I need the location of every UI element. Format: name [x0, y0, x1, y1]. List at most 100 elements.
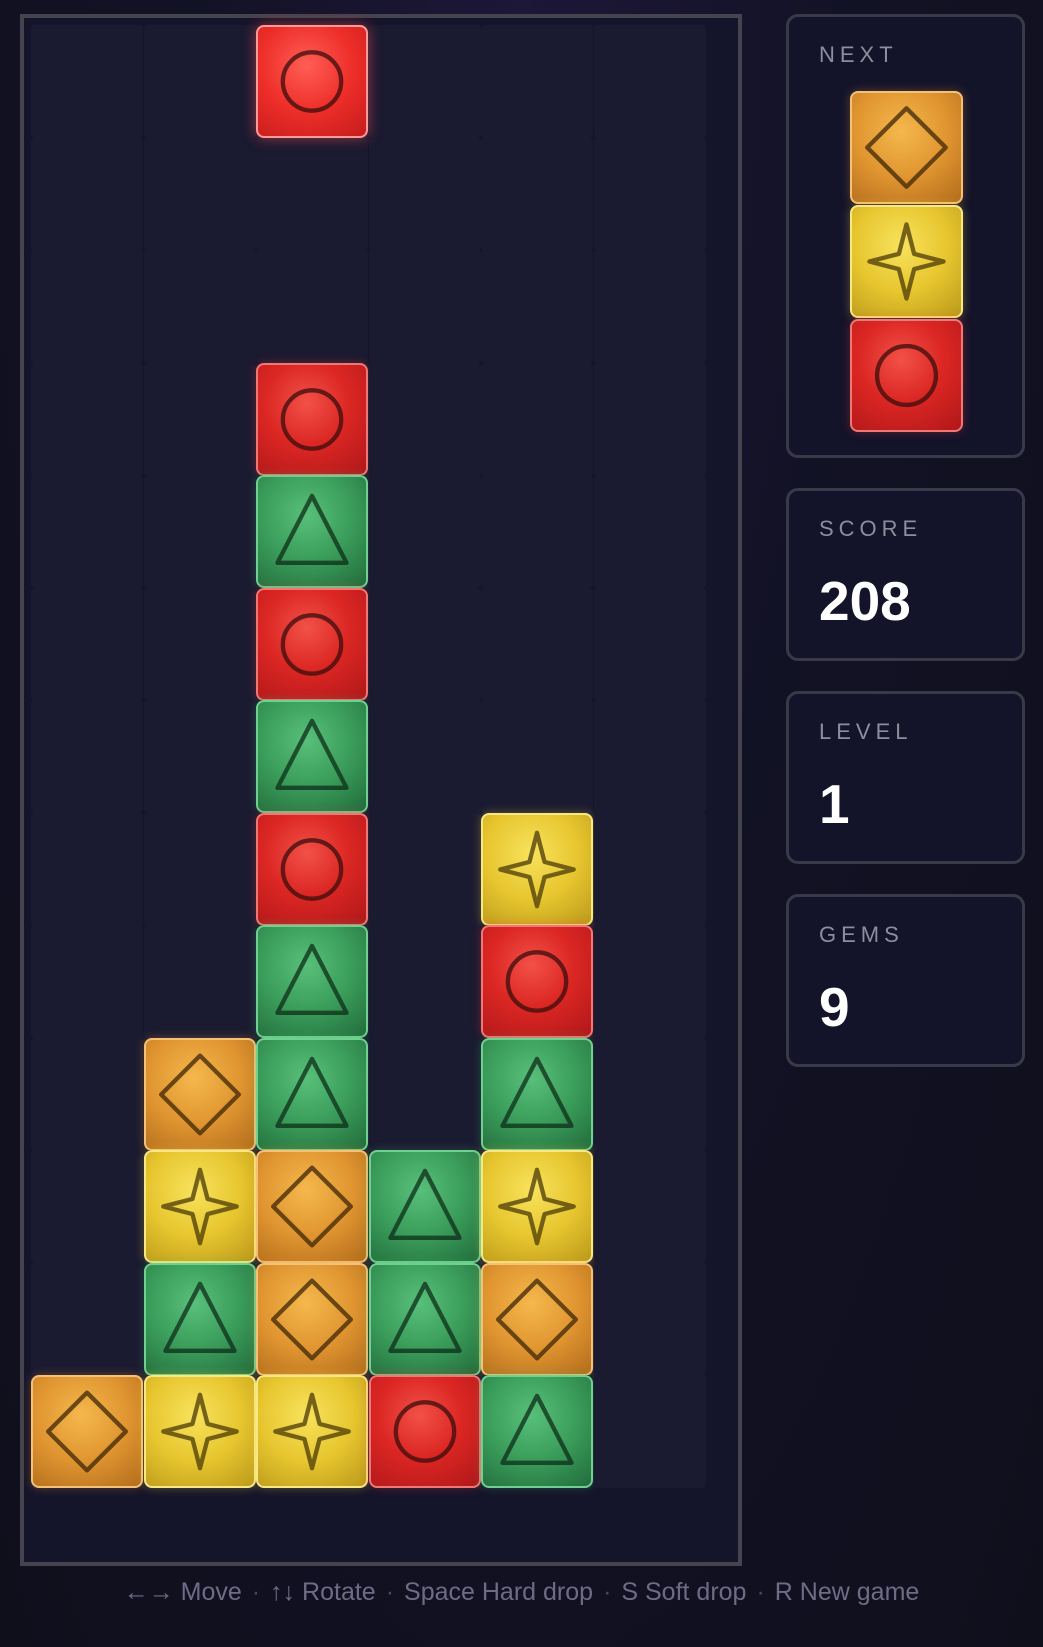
next-label: NEXT — [819, 42, 898, 67]
help-separator: · — [385, 1578, 395, 1606]
help-move: ←→ Move — [123, 1578, 242, 1606]
board-cell — [594, 138, 706, 251]
yellow-gem — [144, 1150, 256, 1263]
circle-icon — [280, 50, 344, 113]
board-cell — [481, 138, 593, 251]
board-cell — [31, 588, 143, 701]
active-piece-gem — [256, 25, 368, 138]
diamond-icon — [270, 1278, 354, 1361]
level-value: 1 — [819, 773, 850, 835]
green-gem — [481, 1375, 593, 1488]
green-gem — [256, 925, 368, 1038]
board-cell — [31, 475, 143, 588]
red-gem — [481, 925, 593, 1038]
level-panel: LEVEL 1 — [786, 691, 1025, 864]
green-gem — [481, 1038, 593, 1151]
board-cell — [369, 475, 481, 588]
board-cell — [144, 138, 256, 251]
board-cell — [594, 1375, 706, 1488]
board-cell — [481, 475, 593, 588]
circle-icon — [280, 613, 344, 676]
circle-icon — [874, 343, 939, 408]
board-cell — [256, 138, 368, 251]
board-cell — [31, 363, 143, 476]
help-soft-drop: S Soft drop — [621, 1578, 747, 1606]
yellow-gem — [481, 813, 593, 926]
triangle-icon — [163, 1281, 237, 1353]
green-gem — [369, 1150, 481, 1263]
board-cell — [31, 1263, 143, 1376]
orange-gem — [481, 1263, 593, 1376]
score-panel: SCORE 208 — [786, 488, 1025, 661]
star-icon — [161, 1167, 239, 1246]
board-cell — [481, 588, 593, 701]
green-gem — [144, 1263, 256, 1376]
help-new-game: R New game — [774, 1578, 920, 1606]
orange-gem — [256, 1263, 368, 1376]
triangle-icon — [388, 1281, 462, 1353]
game-board[interactable] — [20, 14, 742, 1566]
board-cell — [369, 250, 481, 363]
board-cell — [594, 588, 706, 701]
board-cell — [31, 813, 143, 926]
green-gem — [369, 1263, 481, 1376]
board-cell — [31, 250, 143, 363]
red-gem — [256, 588, 368, 701]
board-cell — [369, 925, 481, 1038]
help-rotate: ↑↓ Rotate — [270, 1578, 376, 1606]
triangle-icon — [500, 1056, 574, 1128]
board-cell — [594, 25, 706, 138]
green-gem — [256, 1038, 368, 1151]
board-cell — [594, 1038, 706, 1151]
board-cell — [144, 588, 256, 701]
board-cell — [256, 250, 368, 363]
star-icon — [867, 222, 946, 301]
board-cell — [481, 25, 593, 138]
board-cell — [369, 25, 481, 138]
orange-gem — [144, 1038, 256, 1151]
star-icon — [498, 830, 576, 909]
board-cell — [594, 475, 706, 588]
triangle-icon — [275, 718, 349, 790]
diamond-icon — [270, 1165, 354, 1248]
board-cell — [144, 250, 256, 363]
gems-label: GEMS — [819, 922, 904, 947]
board-cell — [594, 1263, 706, 1376]
triangle-icon — [275, 943, 349, 1015]
board-cell — [594, 1150, 706, 1263]
circle-icon — [280, 388, 344, 451]
board-cell — [369, 813, 481, 926]
red-gem — [256, 363, 368, 476]
board-cell — [594, 250, 706, 363]
diamond-icon — [158, 1053, 242, 1136]
red-gem — [256, 813, 368, 926]
triangle-icon — [388, 1168, 462, 1240]
help-separator: · — [756, 1578, 765, 1606]
gems-value: 9 — [819, 976, 850, 1038]
board-cell — [481, 250, 593, 363]
board-cell — [144, 700, 256, 813]
star-icon — [498, 1167, 576, 1246]
score-value: 208 — [819, 570, 911, 632]
next-orange-gem — [850, 91, 963, 204]
triangle-icon — [275, 1056, 349, 1128]
circle-icon — [505, 950, 569, 1013]
board-cell — [481, 363, 593, 476]
diamond-icon — [865, 106, 948, 189]
board-cell — [31, 925, 143, 1038]
board-cell — [144, 925, 256, 1038]
board-cell — [369, 138, 481, 251]
board-cell — [31, 1038, 143, 1151]
board-cell — [481, 700, 593, 813]
board-cell — [594, 813, 706, 926]
score-label: SCORE — [819, 516, 923, 541]
board-cell — [144, 475, 256, 588]
board-cell — [594, 700, 706, 813]
board-cell — [31, 25, 143, 138]
orange-gem — [31, 1375, 143, 1488]
controls-help: ←→ Move · ↑↓ Rotate · Space Hard drop · S Soft… — [0, 1578, 1043, 1607]
yellow-gem — [144, 1375, 256, 1488]
board-cell — [144, 813, 256, 926]
next-red-gem — [850, 319, 963, 432]
board-cell — [31, 700, 143, 813]
